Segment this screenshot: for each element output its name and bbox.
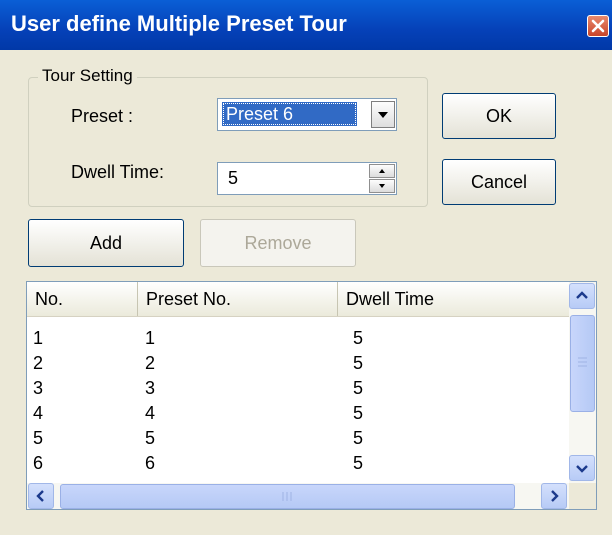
column-header-dwell-time[interactable]: Dwell Time [338, 282, 569, 316]
scrollbar-corner [569, 483, 596, 509]
close-button[interactable] [587, 15, 609, 37]
cell-no: 5 [33, 428, 44, 448]
spin-up-icon [379, 169, 385, 173]
table-row[interactable]: 4 4 5 [27, 403, 569, 426]
cell-dwell-time: 5 [353, 328, 364, 348]
remove-button[interactable]: Remove [200, 219, 356, 267]
table-row[interactable]: 6 6 5 [27, 453, 569, 476]
preset-dropdown[interactable]: Preset 6 [217, 98, 397, 131]
cell-dwell-time: 5 [353, 403, 364, 423]
scroll-left-icon [36, 490, 44, 502]
cell-preset-no: 2 [145, 353, 156, 373]
cell-no: 3 [33, 378, 44, 398]
cell-no: 1 [33, 328, 44, 348]
cell-no: 4 [33, 403, 44, 423]
cell-preset-no: 4 [145, 403, 156, 423]
chevron-down-icon [378, 112, 388, 118]
horizontal-scroll-thumb[interactable] [60, 484, 515, 509]
list-header: No. Preset No. Dwell Time [27, 282, 569, 317]
spin-down-button[interactable] [369, 179, 395, 193]
preset-label: Preset : [71, 106, 134, 126]
cell-dwell-time: 5 [353, 378, 364, 398]
grip-icon [578, 357, 587, 367]
dialog-window: User define Multiple Preset Tour Tour Se… [0, 0, 612, 535]
vertical-scroll-thumb[interactable] [570, 315, 595, 412]
spin-up-button[interactable] [369, 164, 395, 178]
column-header-no[interactable]: No. [27, 282, 138, 316]
table-row[interactable]: 2 2 5 [27, 353, 569, 376]
scroll-up-button[interactable] [569, 283, 595, 309]
dwell-time-value: 5 [228, 168, 239, 188]
cell-preset-no: 1 [145, 328, 156, 348]
add-button[interactable]: Add [28, 219, 184, 267]
cell-preset-no: 5 [145, 428, 156, 448]
cell-dwell-time: 5 [353, 353, 364, 373]
cell-dwell-time: 5 [353, 453, 364, 473]
tour-setting-legend: Tour Setting [38, 66, 137, 86]
table-row[interactable]: 3 3 5 [27, 378, 569, 401]
cell-dwell-time: 5 [353, 428, 364, 448]
scroll-up-icon [576, 291, 588, 299]
preset-tour-list[interactable]: No. Preset No. Dwell Time 1 1 5 2 2 5 3 … [26, 281, 597, 510]
table-row[interactable]: 5 5 5 [27, 428, 569, 451]
preset-selected-value: Preset 6 [222, 102, 357, 126]
dwell-time-label: Dwell Time: [71, 162, 165, 182]
cell-preset-no: 3 [145, 378, 156, 398]
horizontal-scrollbar[interactable] [27, 483, 569, 509]
dialog-title: User define Multiple Preset Tour [11, 11, 347, 36]
cell-preset-no: 6 [145, 453, 156, 473]
preset-dropdown-button[interactable] [371, 101, 395, 128]
cell-no: 2 [33, 353, 44, 373]
column-header-preset-no[interactable]: Preset No. [138, 282, 338, 316]
vertical-scrollbar[interactable] [569, 282, 596, 483]
grip-icon [282, 492, 292, 501]
ok-button[interactable]: OK [442, 93, 556, 139]
scroll-right-button[interactable] [541, 483, 567, 509]
scroll-down-button[interactable] [569, 455, 595, 481]
scroll-right-icon [551, 490, 559, 502]
title-bar[interactable]: User define Multiple Preset Tour [0, 0, 612, 50]
spin-down-icon [379, 184, 385, 188]
scroll-down-icon [576, 465, 588, 473]
scroll-left-button[interactable] [28, 483, 54, 509]
cancel-button[interactable]: Cancel [442, 159, 556, 205]
dwell-time-stepper[interactable]: 5 [217, 162, 397, 195]
cell-no: 6 [33, 453, 44, 473]
close-icon [591, 19, 605, 33]
table-row[interactable]: 1 1 5 [27, 328, 569, 351]
